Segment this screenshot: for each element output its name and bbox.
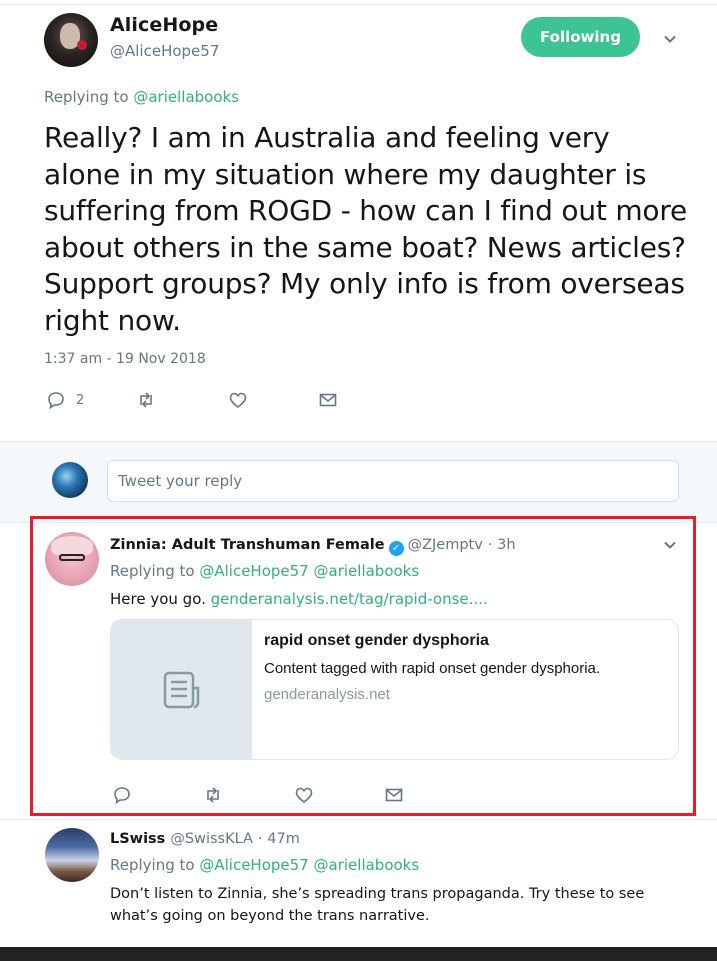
message-icon bbox=[319, 393, 337, 407]
reply-button[interactable] bbox=[112, 785, 132, 805]
card-title: rapid onset gender dysphoria bbox=[264, 632, 489, 649]
replying-to-link[interactable]: @ariellabooks bbox=[314, 562, 420, 580]
message-icon bbox=[385, 788, 403, 802]
reply-avatar[interactable] bbox=[45, 532, 99, 586]
link-card[interactable]: rapid onset gender dysphoria Content tag… bbox=[110, 619, 679, 760]
reply-button[interactable]: 2 bbox=[46, 390, 84, 410]
replying-prefix: Replying to bbox=[110, 562, 195, 580]
retweet-icon bbox=[140, 392, 152, 408]
reply-icon bbox=[114, 787, 130, 805]
reply-author-handle[interactable]: @SwissKLA bbox=[170, 831, 253, 847]
author-name[interactable]: AliceHope bbox=[110, 14, 218, 36]
like-icon bbox=[229, 392, 247, 409]
message-button[interactable] bbox=[384, 785, 404, 805]
reply-author-handle[interactable]: @ZJemptv bbox=[408, 537, 483, 553]
tweet-divider bbox=[0, 819, 717, 820]
reply-text: Don’t listen to Zinnia, she’s spreading … bbox=[110, 886, 645, 924]
replying-prefix: Replying to bbox=[44, 88, 129, 106]
like-button[interactable] bbox=[294, 785, 314, 805]
card-description: Content tagged with rapid onset gender d… bbox=[264, 660, 601, 677]
reply-text-prefix: Here you go. bbox=[110, 590, 206, 608]
tweet-timestamp[interactable]: 1:37 am - 19 Nov 2018 bbox=[44, 351, 206, 367]
taskbar-strip bbox=[0, 947, 717, 961]
reply-link[interactable]: genderanalysis.net/tag/rapid-onse.... bbox=[211, 590, 488, 608]
reply-icon bbox=[48, 392, 64, 410]
chevron-down-icon[interactable] bbox=[662, 31, 678, 47]
replying-to-link[interactable]: @AliceHope57 bbox=[199, 856, 308, 874]
reply-replying-line: Replying to @AliceHope57 @ariellabooks bbox=[110, 856, 419, 874]
replying-to-link[interactable]: @ariellabooks bbox=[314, 856, 420, 874]
like-button[interactable] bbox=[228, 390, 248, 410]
replying-to-line: Replying to @ariellabooks bbox=[44, 88, 239, 106]
reply-author-name[interactable]: Zinnia: Adult Transhuman Female bbox=[110, 537, 385, 553]
replying-prefix: Replying to bbox=[110, 856, 195, 874]
my-avatar bbox=[52, 462, 88, 498]
article-icon bbox=[163, 671, 199, 708]
following-button[interactable]: Following bbox=[521, 17, 640, 57]
card-domain: genderanalysis.net bbox=[264, 686, 390, 703]
replying-to-link[interactable]: @ariellabooks bbox=[133, 88, 239, 106]
like-icon bbox=[295, 787, 313, 804]
chevron-down-icon[interactable] bbox=[662, 537, 678, 553]
retweet-icon bbox=[207, 787, 219, 803]
replying-to-link[interactable]: @AliceHope57 bbox=[199, 562, 308, 580]
card-thumbnail bbox=[111, 620, 252, 759]
author-handle[interactable]: @AliceHope57 bbox=[110, 42, 219, 60]
retweet-button[interactable] bbox=[203, 785, 223, 805]
reply-avatar[interactable] bbox=[45, 828, 99, 882]
reply-time[interactable]: · 3h bbox=[488, 537, 516, 553]
reply-header: Zinnia: Adult Transhuman Female ✓ @ZJemptv… bbox=[110, 534, 516, 556]
verified-icon: ✓ bbox=[388, 541, 404, 556]
author-avatar[interactable] bbox=[44, 13, 98, 67]
top-divider bbox=[0, 4, 717, 5]
tweet-text: Really? I am in Australia and feeling ve… bbox=[44, 121, 688, 337]
reply-count: 2 bbox=[76, 392, 85, 408]
tweet-reply-input[interactable] bbox=[107, 460, 679, 502]
reply-time[interactable]: · 47m bbox=[258, 831, 300, 847]
message-button[interactable] bbox=[318, 390, 338, 410]
reply-author-name[interactable]: LSwiss bbox=[110, 831, 165, 847]
retweet-button[interactable] bbox=[136, 390, 156, 410]
reply-text: Here you go. genderanalysis.net/tag/rapi… bbox=[110, 590, 488, 608]
reply-header: LSwiss @SwissKLA · 47m bbox=[110, 828, 300, 847]
reply-replying-line: Replying to @AliceHope57 @ariellabooks bbox=[110, 562, 419, 580]
